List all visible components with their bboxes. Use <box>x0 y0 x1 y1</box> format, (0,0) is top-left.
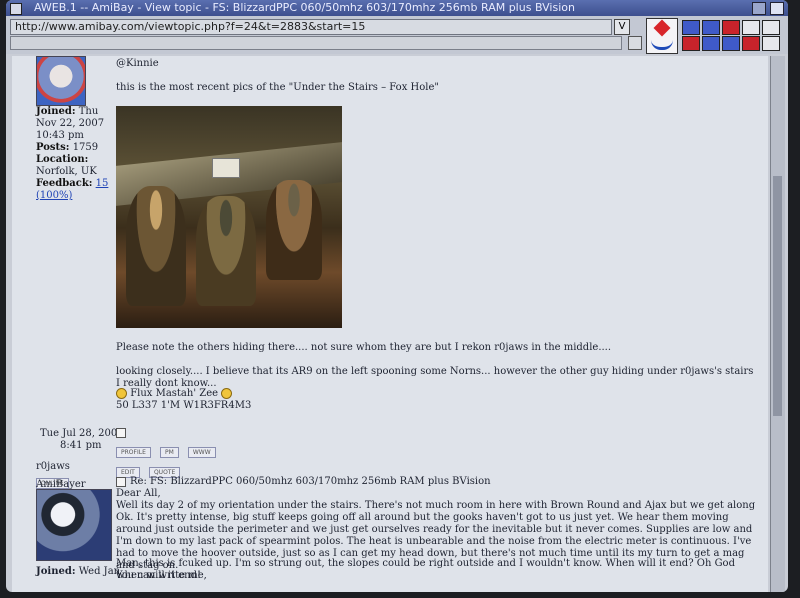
zoom-gadget-icon[interactable] <box>752 2 766 15</box>
post2-subject-row: Re: FS: BlizzardPPC 060/50mhz 603/170mhz… <box>116 476 756 488</box>
joined-label: Joined: <box>36 106 76 117</box>
post2-username[interactable]: r0jaws <box>36 461 70 473</box>
post1-buttons: PROFILE PM WWW <box>116 442 220 461</box>
status-toggle-button[interactable] <box>628 36 642 50</box>
vertical-scrollbar[interactable] <box>770 56 785 592</box>
url-field[interactable]: http://www.amibay.com/viewtopic.php?f=24… <box>10 19 612 35</box>
amiga-screen: AWEB.1 -- AmiBay - View topic - FS: Bliz… <box>6 0 788 592</box>
post-date: Tue Jul 28, 2009 <box>40 428 124 439</box>
signature-line1: Flux Mastah' Zee <box>116 388 233 400</box>
post1-note: Please note the others hiding there.... … <box>116 342 612 353</box>
post-checkbox[interactable] <box>116 476 126 487</box>
mention: @Kinnie <box>116 58 159 69</box>
home-button-icon[interactable] <box>742 20 760 35</box>
window-title: AWEB.1 -- AmiBay - View topic - FS: Bliz… <box>34 1 575 14</box>
smiley-icon <box>221 388 233 399</box>
joined-value: Wed Jan <box>78 566 121 577</box>
post1-profile: Joined: Thu Nov 22, 2007 10:43 pm Posts:… <box>36 106 114 202</box>
feedback-percent-link[interactable]: (100%) <box>36 190 72 201</box>
reload-button-icon[interactable] <box>762 20 780 35</box>
profile-button[interactable]: PROFILE <box>116 447 151 458</box>
feedback-link[interactable]: 15 <box>96 178 109 189</box>
page-content: Joined: Thu Nov 22, 2007 10:43 pm Posts:… <box>12 56 768 592</box>
scrollbar-thumb[interactable] <box>773 176 782 416</box>
post2-greeting: Dear All, <box>116 488 161 499</box>
feedback-label: Feedback: <box>36 178 93 189</box>
post2-joined: Joined: Wed Jan <box>36 566 120 578</box>
browser-toolbar: http://www.amibay.com/viewtopic.php?f=24… <box>6 16 788 54</box>
forward-button-icon[interactable] <box>702 20 720 35</box>
user-avatar[interactable] <box>36 489 112 561</box>
www-button[interactable]: WWW <box>187 447 216 458</box>
close-gadget-icon[interactable] <box>10 3 22 15</box>
post1-closely: looking closely.... I believe that its A… <box>116 366 754 389</box>
print-button-icon[interactable] <box>722 36 740 51</box>
posts-label: Posts: <box>36 142 70 153</box>
stop-button-icon[interactable] <box>722 20 740 35</box>
fox-hole-photo <box>116 106 342 328</box>
post2-body3: You can write me, <box>116 570 207 581</box>
aweb-logo-icon <box>646 18 678 54</box>
smiley-icon <box>116 388 127 399</box>
post-time: 8:41 pm <box>60 440 102 451</box>
post-checkbox[interactable] <box>116 428 126 438</box>
posts-value: 1759 <box>72 142 99 153</box>
window-titlebar[interactable]: AWEB.1 -- AmiBay - View topic - FS: Bliz… <box>6 0 788 16</box>
post2-subject[interactable]: Re: FS: BlizzardPPC 060/50mhz 603/170mhz… <box>130 476 491 487</box>
user-avatar[interactable] <box>36 56 86 106</box>
signature-name: Flux Mastah' Zee <box>130 388 219 399</box>
back-button-icon[interactable] <box>682 20 700 35</box>
search-button-icon[interactable] <box>702 36 720 51</box>
url-history-button[interactable]: V <box>614 19 630 35</box>
depth-gadget-icon[interactable] <box>770 2 784 15</box>
pm-button[interactable]: PM <box>159 447 179 458</box>
post1-intro: this is the most recent pics of the "Und… <box>116 82 439 93</box>
joined-label: Joined: <box>36 566 76 577</box>
signature-line2: 50 L337 1'M W1R3FR4M3 <box>116 400 252 411</box>
post2-body2: Man, this is fcuked up. I'm so strung ou… <box>116 558 735 581</box>
status-field <box>10 36 622 50</box>
hotlist-button-icon[interactable] <box>682 36 700 51</box>
location-label: Location: <box>36 154 89 165</box>
location-value: Norfolk, UK <box>36 166 97 177</box>
settings-button-icon[interactable] <box>762 36 780 51</box>
images-button-icon[interactable] <box>742 36 760 51</box>
